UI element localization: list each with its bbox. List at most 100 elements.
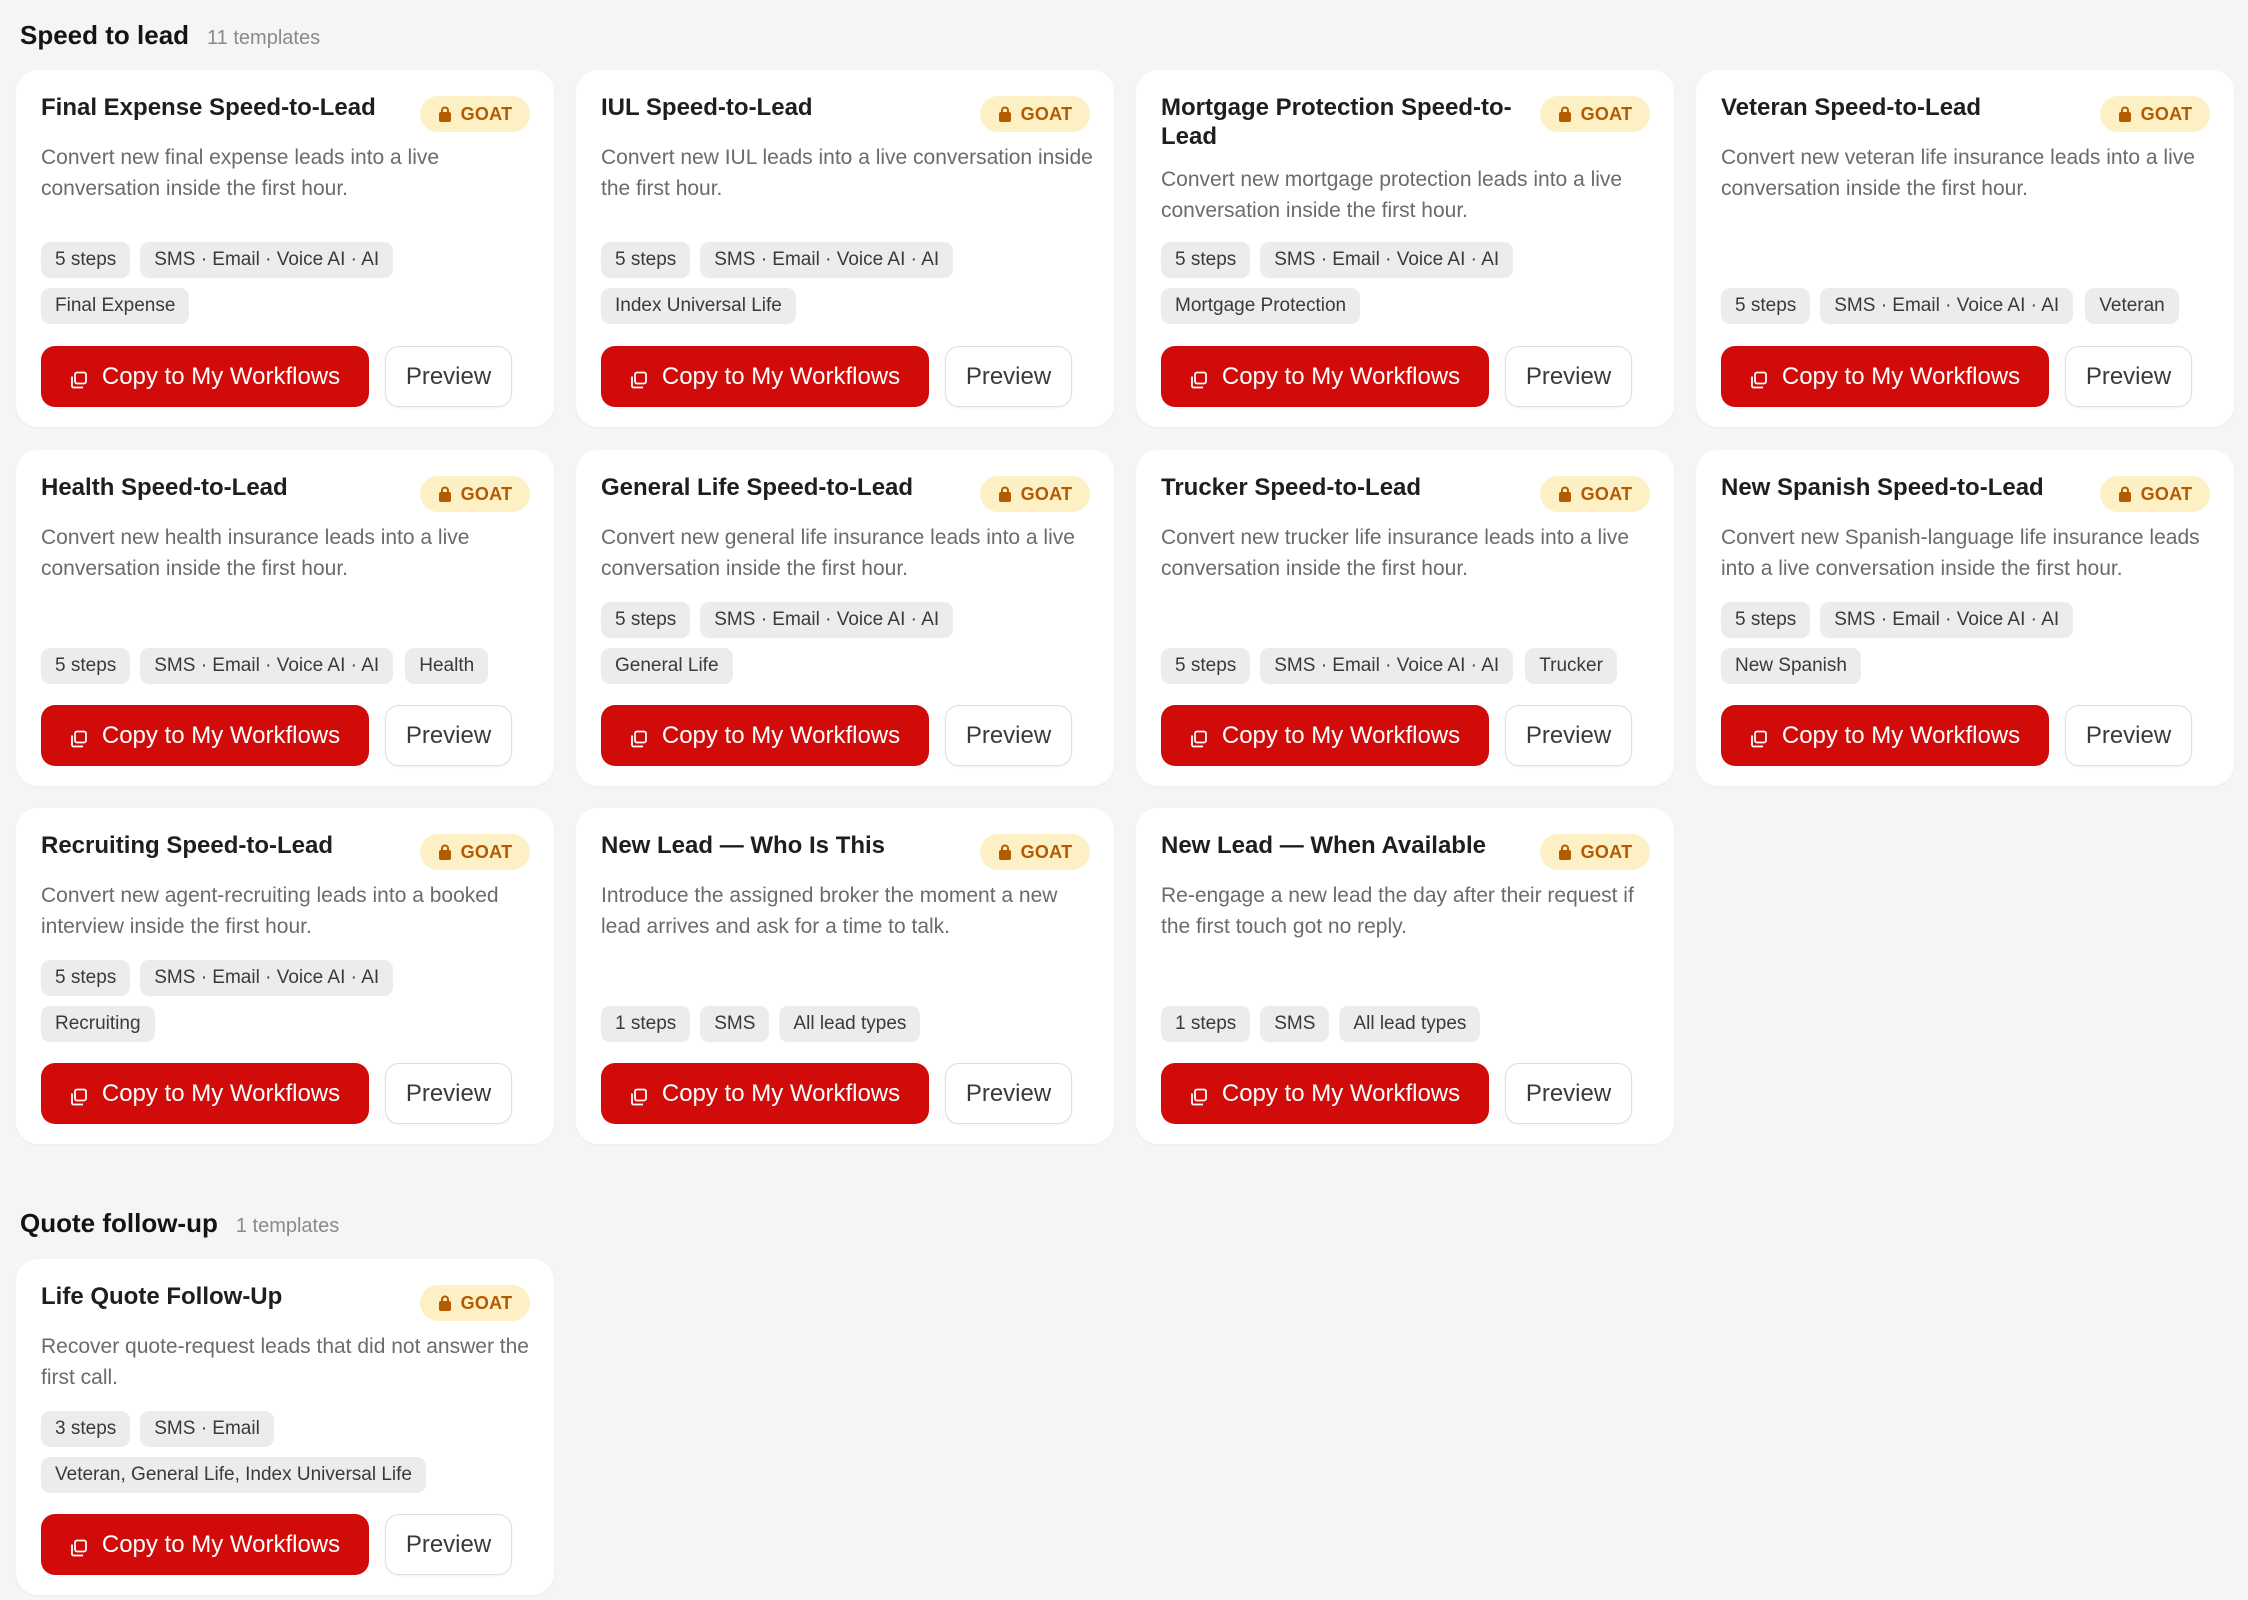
copy-icon <box>70 1085 88 1105</box>
lead-type-tag: New Spanish <box>1721 648 1861 684</box>
goat-badge-label: GOAT <box>460 483 513 504</box>
section-header-quote-follow-up: Quote follow-up 1 templates <box>20 1208 339 1239</box>
lock-icon <box>998 106 1012 122</box>
goat-badge: GOAT <box>2100 476 2210 512</box>
lock-icon <box>438 1295 452 1311</box>
steps-tag: 5 steps <box>41 242 131 278</box>
copy-to-my-workflows-button[interactable]: Copy to My Workflows <box>1161 346 1489 407</box>
lock-icon <box>438 106 452 122</box>
goat-badge-label: GOAT <box>460 841 513 862</box>
template-card-iul-speed-to-lead: IUL Speed-to-Lead GOAT Convert new IUL lea… <box>576 70 1114 427</box>
copy-to-my-workflows-button[interactable]: Copy to My Workflows <box>41 1514 369 1575</box>
copy-to-my-workflows-button[interactable]: Copy to My Workflows <box>41 1063 369 1124</box>
steps-tag: 5 steps <box>1161 648 1251 684</box>
lock-icon <box>998 486 1012 502</box>
card-description: Convert new health insurance leads into … <box>41 526 470 580</box>
goat-badge: GOAT <box>980 476 1090 512</box>
preview-button[interactable]: Preview <box>945 705 1072 766</box>
card-title: Veteran Speed-to-Lead <box>1721 94 1982 121</box>
card-description: Convert new final expense leads into a l… <box>41 146 440 200</box>
copy-to-my-workflows-button[interactable]: Copy to My Workflows <box>1161 705 1489 766</box>
template-card-veteran-speed-to-lead: Veteran Speed-to-Lead GOAT Convert new vet… <box>1696 70 2234 427</box>
copy-button-label: Copy to My Workflows <box>1221 1079 1461 1107</box>
channels-tag: SMS · Email · Voice AI · AI <box>700 242 954 278</box>
card-description: Convert new trucker life insurance leads… <box>1161 526 1630 580</box>
copy-to-my-workflows-button[interactable]: Copy to My Workflows <box>601 1063 929 1124</box>
goat-badge: GOAT <box>420 1285 530 1321</box>
copy-button-label: Copy to My Workflows <box>101 1530 341 1558</box>
lead-type-tag: General Life <box>601 648 733 684</box>
goat-badge: GOAT <box>1540 476 1650 512</box>
copy-icon <box>630 727 648 747</box>
lead-type-tag: Index Universal Life <box>601 288 796 324</box>
card-title: Mortgage Protection Speed-to-Lead <box>1161 94 1512 150</box>
preview-button[interactable]: Preview <box>385 1063 512 1124</box>
goat-badge-label: GOAT <box>1020 483 1073 504</box>
copy-to-my-workflows-button[interactable]: Copy to My Workflows <box>1721 346 2049 407</box>
card-title: New Lead — Who Is This <box>601 832 886 859</box>
steps-tag: 5 steps <box>1721 288 1811 324</box>
card-description: Convert new mortgage protection leads in… <box>1161 168 1623 222</box>
preview-button[interactable]: Preview <box>945 1063 1072 1124</box>
lead-type-tag: Mortgage Protection <box>1161 288 1361 324</box>
copy-to-my-workflows-button[interactable]: Copy to My Workflows <box>41 705 369 766</box>
preview-button[interactable]: Preview <box>385 1514 512 1575</box>
copy-button-label: Copy to My Workflows <box>1781 362 2021 390</box>
template-card-new-lead-when-available: New Lead — When Available GOAT Re-engage a… <box>1136 808 1674 1144</box>
preview-button[interactable]: Preview <box>385 705 512 766</box>
card-title: New Spanish Speed-to-Lead <box>1721 474 2044 501</box>
lock-icon <box>1558 486 1572 502</box>
copy-to-my-workflows-button[interactable]: Copy to My Workflows <box>41 346 369 407</box>
goat-badge-label: GOAT <box>1580 483 1633 504</box>
channels-tag: SMS · Email · Voice AI · AI <box>1820 602 2074 638</box>
card-description: Introduce the assigned broker the moment… <box>601 884 1058 938</box>
copy-to-my-workflows-button[interactable]: Copy to My Workflows <box>601 705 929 766</box>
copy-to-my-workflows-button[interactable]: Copy to My Workflows <box>1161 1063 1489 1124</box>
preview-button[interactable]: Preview <box>1505 1063 1632 1124</box>
card-description: Convert new Spanish-language life insura… <box>1721 526 2200 580</box>
preview-button[interactable]: Preview <box>2065 346 2192 407</box>
preview-button[interactable]: Preview <box>1505 705 1632 766</box>
copy-button-label: Copy to My Workflows <box>1221 721 1461 749</box>
lock-icon <box>438 486 452 502</box>
channels-tag: SMS · Email · Voice AI · AI <box>1260 648 1514 684</box>
goat-badge-label: GOAT <box>460 1292 513 1313</box>
lead-type-tag: Veteran <box>2085 288 2179 324</box>
preview-button[interactable]: Preview <box>945 346 1072 407</box>
goat-badge-label: GOAT <box>1580 841 1633 862</box>
preview-button[interactable]: Preview <box>385 346 512 407</box>
copy-icon <box>70 1536 88 1556</box>
card-title: Trucker Speed-to-Lead <box>1161 474 1422 501</box>
goat-badge: GOAT <box>980 834 1090 870</box>
goat-badge-label: GOAT <box>460 103 513 124</box>
goat-badge-label: GOAT <box>1580 103 1633 124</box>
section-header-speed-to-lead: Speed to lead 11 templates <box>20 20 320 51</box>
card-title: General Life Speed-to-Lead <box>601 474 914 501</box>
copy-icon <box>630 1085 648 1105</box>
steps-tag: 5 steps <box>1161 242 1251 278</box>
copy-to-my-workflows-button[interactable]: Copy to My Workflows <box>601 346 929 407</box>
card-title: Final Expense Speed-to-Lead <box>41 94 376 121</box>
channels-tag: SMS · Email · Voice AI · AI <box>1260 242 1514 278</box>
card-title: Health Speed-to-Lead <box>41 474 288 501</box>
preview-button[interactable]: Preview <box>2065 705 2192 766</box>
copy-icon <box>1750 368 1768 388</box>
goat-badge-label: GOAT <box>1020 841 1073 862</box>
goat-badge-label: GOAT <box>1020 103 1073 124</box>
channels-tag: SMS · Email · Voice AI · AI <box>140 242 394 278</box>
channels-tag: SMS · Email · Voice AI · AI <box>1820 288 2074 324</box>
card-description: Recover quote-request leads that did not… <box>41 1335 529 1389</box>
copy-icon <box>630 368 648 388</box>
goat-badge: GOAT <box>420 834 530 870</box>
copy-icon <box>1750 727 1768 747</box>
copy-icon <box>70 368 88 388</box>
preview-button[interactable]: Preview <box>1505 346 1632 407</box>
goat-badge-label: GOAT <box>2140 103 2193 124</box>
copy-button-label: Copy to My Workflows <box>1781 721 2021 749</box>
card-title: New Lead — When Available <box>1161 832 1486 859</box>
copy-to-my-workflows-button[interactable]: Copy to My Workflows <box>1721 705 2049 766</box>
lock-icon <box>2118 106 2132 122</box>
template-card-trucker-speed-to-lead: Trucker Speed-to-Lead GOAT Convert new tru… <box>1136 450 1674 786</box>
channels-tag: SMS · Email <box>140 1411 274 1447</box>
template-card-health-speed-to-lead: Health Speed-to-Lead GOAT Convert new heal… <box>16 450 554 786</box>
